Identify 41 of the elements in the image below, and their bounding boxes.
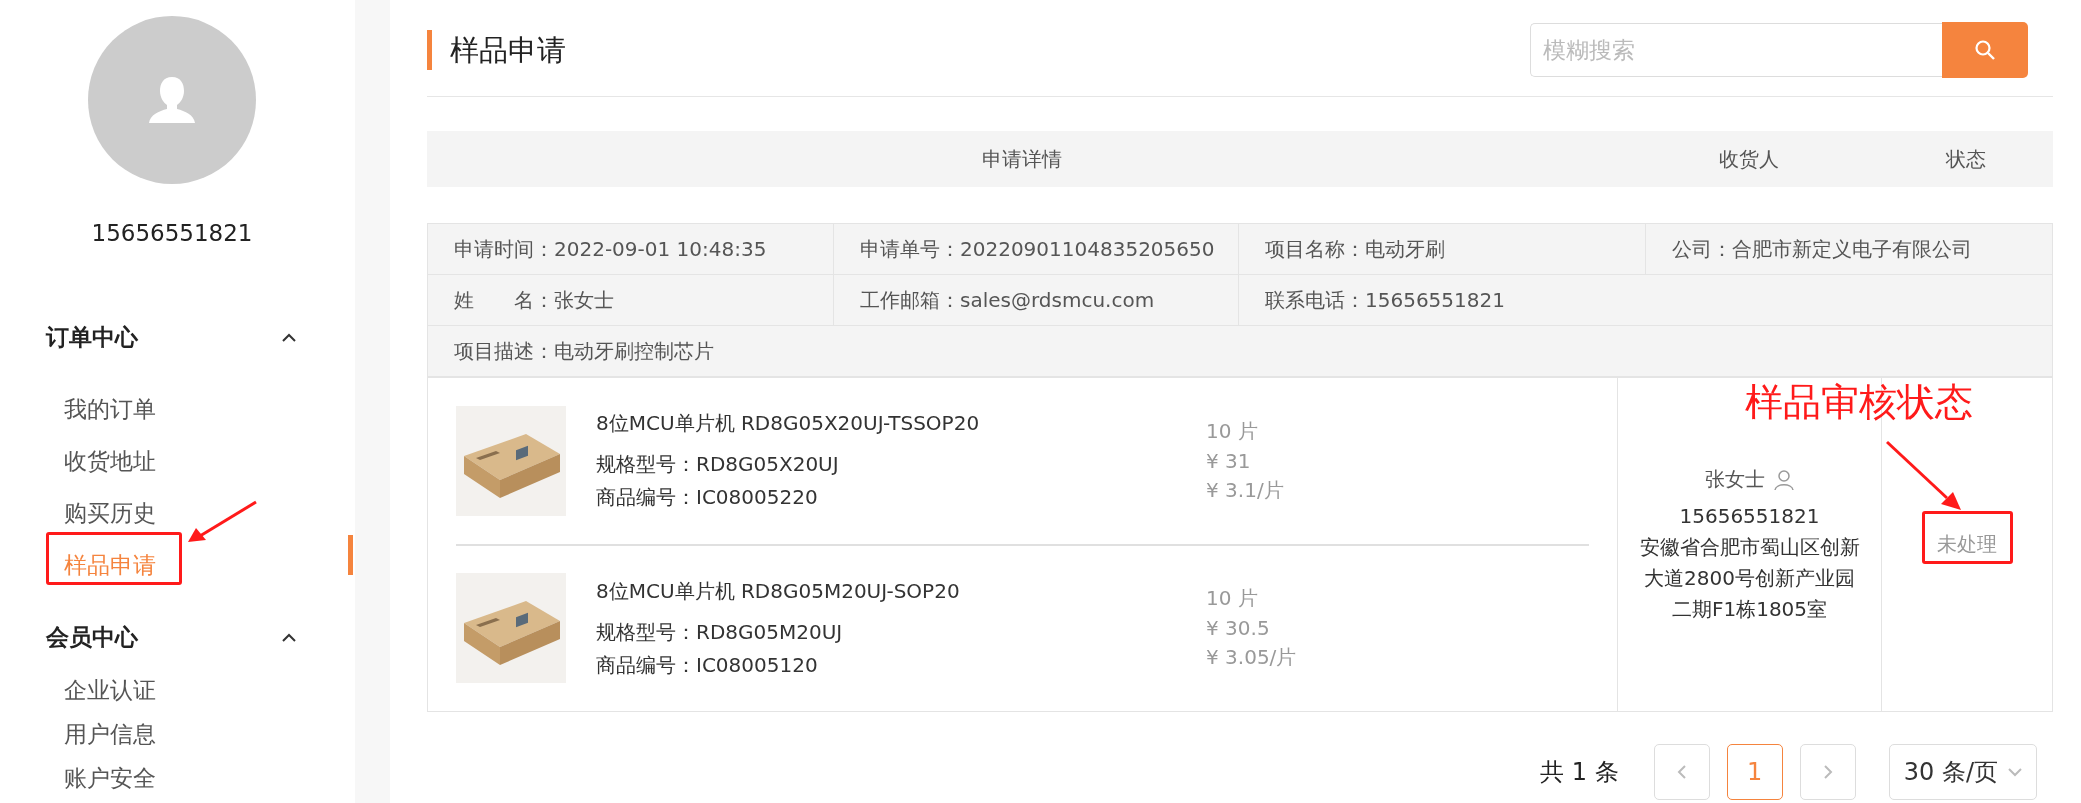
column-header: 申请详情 bbox=[981, 145, 1063, 173]
menu-group-title: 会员中心 bbox=[46, 622, 138, 652]
sidebar-item[interactable]: 账户安全 bbox=[64, 756, 156, 800]
product-spec: 规格型号：RD8G05X20UJ bbox=[596, 451, 840, 479]
quantity: 10 片 bbox=[1206, 417, 1259, 445]
total-price: ¥ 30.5 bbox=[1206, 616, 1271, 641]
info-field: 申请单号：20220901104835205650 bbox=[834, 224, 1239, 275]
total-price: ¥ 31 bbox=[1206, 448, 1252, 473]
product-code: 商品编号：IC08005220 bbox=[596, 484, 819, 512]
info-field: 工作邮箱：sales@rdsmcu.com bbox=[834, 275, 1239, 326]
quantity: 10 片 bbox=[1206, 585, 1259, 613]
unit-price: ¥ 3.05/片 bbox=[1206, 644, 1297, 672]
status-text: 未处理 bbox=[1937, 531, 1997, 558]
sidebar-item[interactable]: 购买历史 bbox=[64, 487, 156, 539]
column-header: 状态 bbox=[1945, 145, 1987, 173]
receiver-name: 张女士 bbox=[1704, 466, 1765, 493]
total-count: 共 1 条 bbox=[1540, 757, 1619, 788]
info-field: 姓 名：张女士 bbox=[428, 275, 834, 326]
info-field: 申请时间：2022-09-01 10:48:35 bbox=[428, 224, 834, 275]
product-name[interactable]: 8位MCU单片机 RD8G05X20UJ-TSSOP20 bbox=[596, 410, 1206, 438]
column-header: 收货人 bbox=[1717, 145, 1780, 173]
receiver-address: 安徽省合肥市蜀山区创新大道2800号创新产业园二期F1栋1805室 bbox=[1638, 534, 1861, 623]
user-phone: 15656551821 bbox=[90, 220, 254, 246]
receiver-phone: 15656551821 bbox=[1679, 503, 1820, 530]
product-code: 商品编号：IC08005120 bbox=[596, 651, 819, 679]
search-field[interactable]: 模糊搜索 bbox=[1530, 22, 1942, 77]
annotation-label: 样品审核状态 bbox=[1745, 379, 1973, 426]
product-name[interactable]: 8位MCU单片机 RD8G05M20UJ-SOP20 bbox=[596, 577, 1206, 605]
info-field: 联系电话：15656551821 bbox=[1239, 275, 2052, 326]
sidebar-item[interactable]: 用户信息 bbox=[64, 712, 156, 756]
sidebar-item[interactable]: 我的订单 bbox=[64, 383, 156, 435]
product-spec: 规格型号：RD8G05M20UJ bbox=[596, 618, 844, 646]
sidebar-item[interactable]: 企业认证 bbox=[64, 668, 156, 712]
menu-group-title: 订单中心 bbox=[46, 322, 138, 352]
info-field: 公司：合肥市新定义电子有限公司 bbox=[1646, 224, 2052, 275]
sidebar-item[interactable]: 收货地址 bbox=[64, 435, 156, 487]
unit-price: ¥ 3.1/片 bbox=[1206, 476, 1284, 504]
info-field: 项目描述：电动牙刷控制芯片 bbox=[428, 326, 2052, 377]
page-title: 样品申请 bbox=[427, 30, 566, 70]
info-field: 项目名称：电动牙刷 bbox=[1239, 224, 1646, 275]
page-size-select[interactable]: 30 条/页 bbox=[1888, 744, 2037, 800]
